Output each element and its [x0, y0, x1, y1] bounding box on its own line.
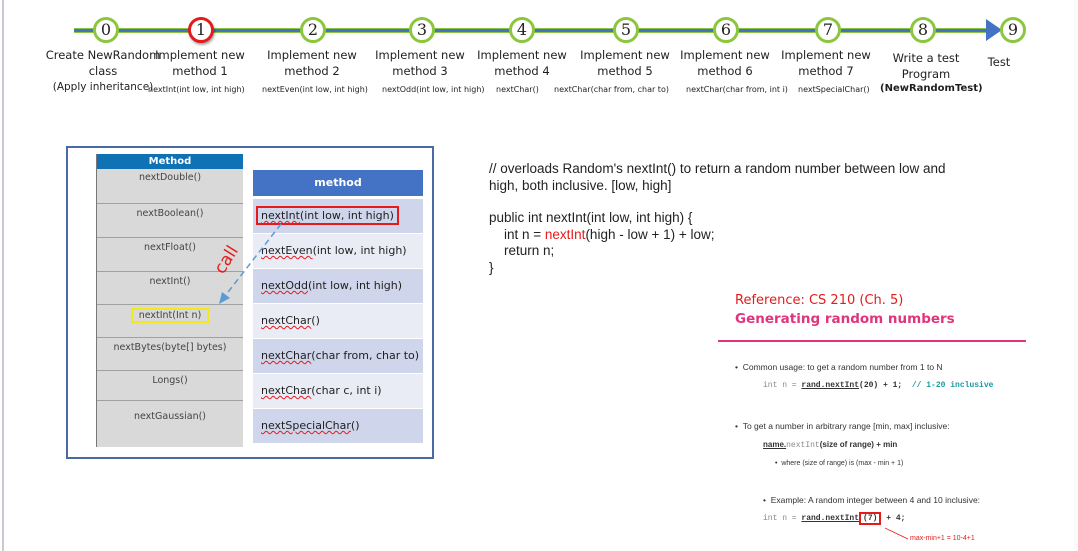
step-sub-4: nextChar() [496, 85, 539, 94]
reference-title: Reference: CS 210 (Ch. 5) [735, 293, 904, 308]
left-border [2, 0, 4, 551]
step-node-7: 7 [815, 17, 841, 43]
code-signature: public int nextInt(int low, int high) { [489, 210, 693, 225]
code-blank [489, 194, 946, 210]
reference-bullet-2: • To get a number in arbitrary range [mi… [735, 421, 950, 431]
new-table-header: method [253, 170, 423, 196]
highlighted-method: nextInt(Int n) [130, 308, 210, 323]
new-method-row: nextOdd(int low, int high) [253, 269, 423, 304]
random-row: nextBytes(byte[] bytes) [97, 337, 243, 370]
step-sub-7: nextSpecialChar() [798, 85, 870, 94]
step-title: Implement new method 1 [155, 48, 245, 78]
highlighted-method: nextInt(int low, int high) [256, 206, 399, 225]
new-method-row: nextSpecialChar() [253, 409, 423, 444]
random-row-label: nextInt() [149, 276, 191, 287]
random-row: nextDouble() [97, 169, 243, 203]
random-row: Longs() [97, 370, 243, 400]
step-node-3: 3 [409, 17, 435, 43]
code-comment: high, both inclusive. [low, high] [489, 177, 672, 193]
step-note-8: (NewRandomTest) [880, 83, 983, 94]
step-node-1: 1 [188, 17, 214, 43]
new-methods-table: method nextInt(int low, int high) nextEv… [253, 170, 423, 444]
reference-heading: Generating random numbers [735, 311, 955, 327]
step-sub-2: nextEven(int low, int high) [262, 85, 368, 94]
step-node-9: 9 [1000, 17, 1026, 43]
code-closing: } [489, 259, 494, 275]
random-row-label: nextBytes(byte[] bytes) [113, 342, 227, 353]
reference-note: max-min+1 = 10-4+1 [910, 535, 975, 542]
step-sub-3: nextOdd(int low, int high) [382, 85, 485, 94]
step-node-6: 6 [713, 17, 739, 43]
step-node-2: 2 [300, 17, 326, 43]
random-row: nextGaussian() [97, 400, 243, 447]
code-comment: // overloads Random's nextInt() to retur… [489, 161, 946, 176]
reference-where: • where (size of range) is (max - min + … [775, 460, 904, 467]
random-row-label: Longs() [152, 375, 188, 386]
step-sub-1: nextInt(int low, int high) [148, 85, 245, 94]
new-method-row: nextChar(char from, char to) [253, 339, 423, 374]
reference-divider [718, 340, 1026, 342]
step-node-8: 8 [910, 17, 936, 43]
highlighted-arg: (7) [859, 512, 882, 525]
step-node-0: 0 [93, 17, 119, 43]
reference-formula: name.nextInt(size of range) + min [763, 440, 898, 450]
random-row-label: nextGaussian() [133, 411, 207, 422]
random-row-label: nextFloat() [144, 242, 196, 253]
new-method-row: nextChar() [253, 304, 423, 339]
reference-bullet-1: • Common usage: to get a random number f… [735, 362, 943, 372]
reference-bullet-3: • Example: A random integer between 4 an… [763, 495, 981, 505]
reference-code-2: int n = rand.nextInt (7) + 4; [763, 512, 906, 525]
code-return: return n; [489, 243, 555, 258]
random-row: nextBoolean() [97, 203, 243, 237]
step-node-4: 4 [509, 17, 535, 43]
random-row-label: nextBoolean() [136, 208, 204, 219]
random-row: nextInt() [97, 271, 243, 304]
reference-code-1: int n = rand.nextInt(20) + 1; // 1-20 in… [763, 381, 994, 390]
new-method-row: nextChar(char c, int i) [253, 374, 423, 409]
step-title: Test [987, 55, 1011, 69]
random-row-highlighted: nextInt(Int n) [97, 304, 243, 337]
code-call: nextInt [544, 226, 586, 242]
code-block: // overloads Random's nextInt() to retur… [489, 161, 946, 276]
code-body: int n = nextInt(high - low + 1) + low; [489, 226, 715, 242]
new-method-row: nextEven(int low, int high) [253, 234, 423, 269]
step-sub-6: nextChar(char from, int i) [686, 85, 788, 94]
note-pointer-line [884, 527, 909, 540]
right-border [1074, 0, 1078, 551]
step-node-5: 5 [613, 17, 639, 43]
random-table-header: Method [97, 154, 243, 169]
step-title: Write a test Program [892, 51, 960, 81]
random-row-label: nextDouble() [138, 172, 202, 183]
step-sub-5: nextChar(char from, char to) [554, 85, 669, 94]
new-method-row: nextInt(int low, int high) [253, 199, 423, 234]
step-label-1: Implement new method 1 [135, 47, 265, 79]
step-label-9: Test [972, 54, 1026, 70]
random-methods-table: Method nextDouble() nextBoolean() nextFl… [96, 154, 243, 447]
